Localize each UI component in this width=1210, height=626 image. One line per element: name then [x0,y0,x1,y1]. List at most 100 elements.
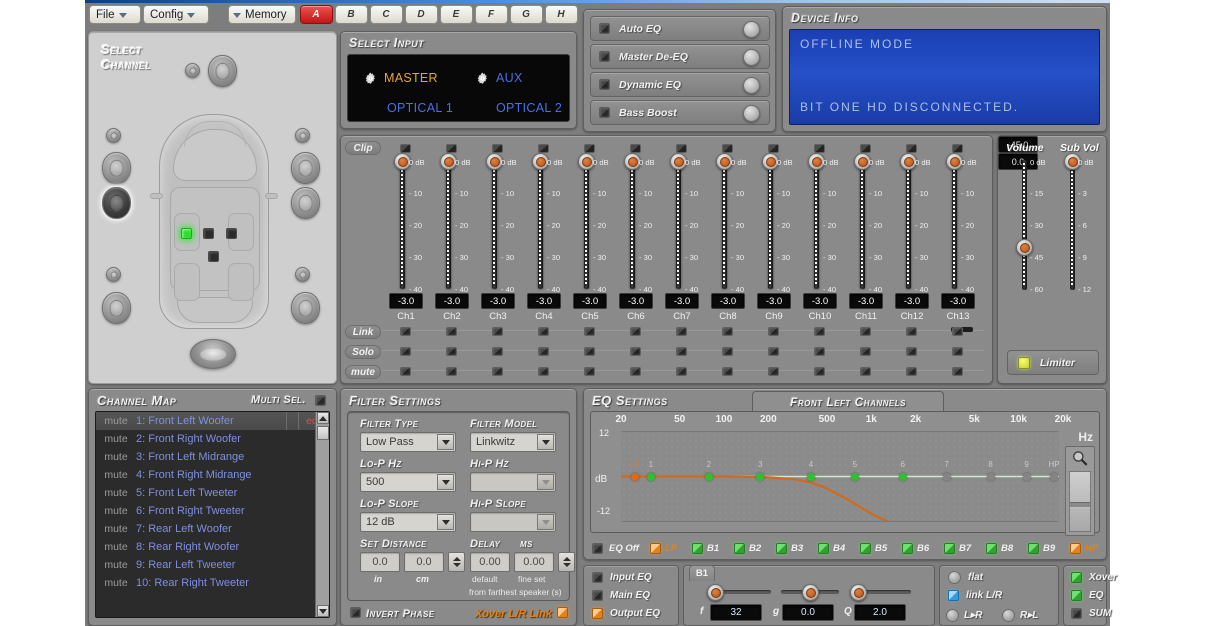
solo-checkbox[interactable] [400,347,411,356]
chevron-down-icon[interactable] [537,434,554,450]
input-option-optical1[interactable]: OPTICAL 1 [387,101,453,115]
invert-phase-checkbox[interactable] [350,607,361,618]
speaker-front-right-woofer[interactable] [291,187,320,219]
solo-checkbox[interactable] [630,347,641,356]
file-menu-button[interactable]: File [89,5,141,24]
clip-indicator[interactable] [768,144,779,153]
clip-indicator[interactable] [492,144,503,153]
channel-map-row[interactable]: mute10: Rear Right Tweeter [96,574,329,592]
link-checkbox[interactable] [952,327,963,336]
memory-slot-g[interactable]: G [510,5,543,24]
link-checkbox[interactable] [538,327,549,336]
eq-zoom-control[interactable] [1065,446,1095,536]
master-de-eq-knob[interactable] [743,49,760,66]
link-checkbox[interactable] [768,327,779,336]
eq-marker-9[interactable] [1023,473,1031,481]
speaker-center-big[interactable] [208,55,237,87]
distance-cm-input[interactable]: 0.0 [404,552,444,572]
g-slider-knob[interactable] [802,584,819,601]
channel-fader-track[interactable] [814,159,819,289]
clip-indicator[interactable] [446,144,457,153]
band-toggle-lp[interactable]: LP [650,543,677,554]
channel-fader-track[interactable] [446,159,451,289]
channel-fader-track[interactable] [768,159,773,289]
band-toggle-b7[interactable]: B7 [944,543,971,554]
auto-eq-knob[interactable] [743,21,760,38]
eq-graph[interactable]: LP123456789HP [621,431,1059,522]
band-toggle-b6[interactable]: B6 [902,543,929,554]
mute-checkbox[interactable] [768,367,779,376]
copy-r-to-l-button[interactable]: R▸L [1002,609,1038,622]
distance-stepper[interactable] [448,552,465,572]
mute-checkbox[interactable] [906,367,917,376]
speaker-center-small[interactable] [185,63,200,78]
solo-checkbox[interactable] [584,347,595,356]
mute-checkbox[interactable] [584,367,595,376]
channel-fader-track[interactable] [722,159,727,289]
row-mute-button[interactable]: mute [96,487,136,499]
delay-stepper[interactable] [558,552,575,572]
eq-marker-5[interactable] [851,473,859,481]
band-toggle-b8[interactable]: B8 [986,543,1013,554]
channel-fader-track[interactable] [584,159,589,289]
distance-in-input[interactable]: 0.0 [360,552,400,572]
row-mute-button[interactable]: mute [96,415,136,427]
speaker-front-left-tweeter-small[interactable] [106,128,121,143]
toggle-auto-eq[interactable]: Auto EQ [590,16,770,41]
mute-checkbox[interactable] [630,367,641,376]
scroll-up-button[interactable] [317,412,329,424]
channel-map-row[interactable]: mute5: Front Left Tweeter [96,484,329,502]
channel-fader-track[interactable] [400,159,405,289]
band-toggle-b4[interactable]: B4 [818,543,845,554]
solo-checkbox[interactable] [952,347,963,356]
xover-lr-link-toggle[interactable] [557,607,568,618]
channel-map-row[interactable]: mute2: Front Right Woofer [96,430,329,448]
row-mute-button[interactable]: mute [96,541,136,553]
mute-checkbox[interactable] [722,367,733,376]
output-eq-toggle[interactable]: Output EQ [592,608,660,619]
band-toggle-b1[interactable]: B1 [692,543,719,554]
filter-model-select[interactable]: Linkwitz [470,432,556,452]
lop-slope-select[interactable]: 12 dB [360,512,456,532]
memory-slot-f[interactable]: F [475,5,508,24]
eq-zoom-slider-thumb[interactable] [1070,502,1090,508]
solo-checkbox[interactable] [906,347,917,356]
input-option-optical2[interactable]: OPTICAL 2 [496,101,562,115]
channel-fader-track[interactable] [630,159,635,289]
mute-checkbox[interactable] [814,367,825,376]
mic-position-selected[interactable] [181,228,192,239]
channel-map-row[interactable]: mute6: Front Right Tweeter [96,502,329,520]
chevron-down-icon[interactable] [537,514,554,530]
clip-indicator[interactable] [906,144,917,153]
mute-checkbox[interactable] [492,367,503,376]
mic-position-2[interactable] [203,228,214,239]
solo-checkbox[interactable] [768,347,779,356]
channel-map-row[interactable]: mute4: Front Right Midrange [96,466,329,484]
toggle-master-de-eq[interactable]: Master De-EQ [590,44,770,69]
channel-map-row[interactable]: mute7: Rear Left Woofer [96,520,329,538]
channel-map-scrollbar[interactable] [315,412,329,617]
mute-checkbox[interactable] [538,367,549,376]
eq-channel-tab[interactable]: Front Left Channels [752,391,944,411]
chevron-down-icon[interactable] [437,474,454,490]
flat-button[interactable]: flat [948,571,983,584]
eq-marker-7[interactable] [943,473,951,481]
row-mute-button[interactable]: mute [96,451,136,463]
mute-checkbox[interactable] [676,367,687,376]
dynamic-eq-knob[interactable] [743,77,760,94]
link-checkbox[interactable] [860,327,871,336]
link-checkbox[interactable] [676,327,687,336]
link-checkbox[interactable] [722,327,733,336]
scrollbar-thumb[interactable] [317,426,329,440]
sub-volume-slider-track[interactable] [1070,160,1075,290]
eq-off-toggle[interactable]: EQ Off [592,543,639,554]
config-menu-button[interactable]: Config [143,5,209,24]
row-mute-button[interactable]: mute [96,577,136,589]
f-slider-knob[interactable] [707,584,724,601]
link-lr-toggle[interactable]: link L/R [948,590,1002,601]
memory-slot-c[interactable]: C [370,5,403,24]
eq-marker-8[interactable] [987,473,995,481]
clip-indicator[interactable] [952,144,963,153]
band-toggle-b5[interactable]: B5 [860,543,887,554]
mic-position-4[interactable] [208,251,219,262]
